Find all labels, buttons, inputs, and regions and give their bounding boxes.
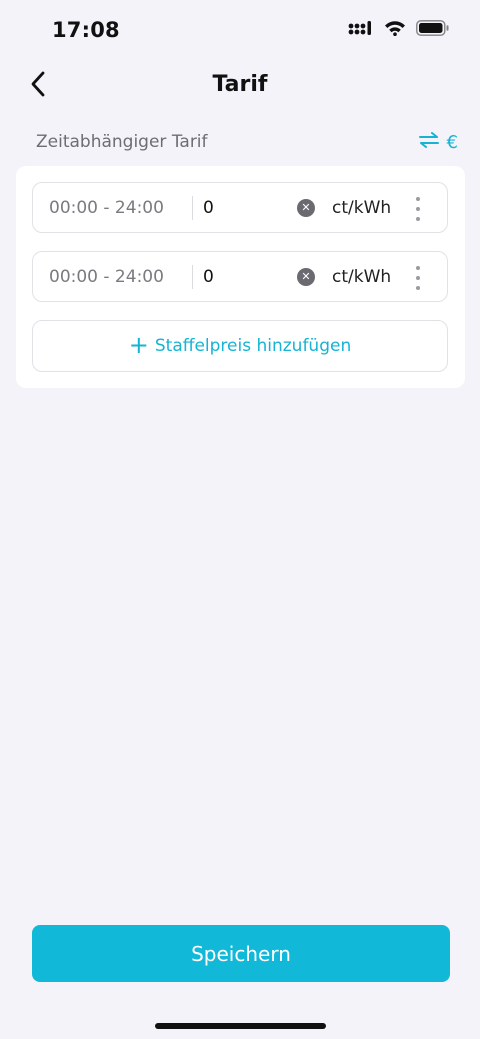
battery-icon [416, 20, 450, 40]
status-bar: 17:08 [0, 0, 480, 64]
home-indicator [155, 1023, 326, 1029]
divider [192, 265, 193, 289]
wifi-icon [384, 20, 406, 40]
status-time: 17:08 [52, 18, 120, 42]
nav-header: Tarif [0, 64, 480, 108]
unit-label: ct/kWh [332, 267, 392, 287]
status-icons [348, 20, 450, 40]
tariff-row: 00:00 - 24:00 0 ✕ ct/kWh [32, 182, 448, 233]
add-tier-label: Staffelpreis hinzufügen [154, 336, 352, 356]
save-button[interactable]: Speichern [32, 925, 450, 982]
price-input[interactable]: 0 [203, 198, 214, 218]
add-tier-button[interactable]: + Staffelpreis hinzufügen [32, 320, 448, 372]
section-label: Zeitabhängiger Tarif [36, 132, 208, 152]
divider [192, 196, 193, 220]
more-options-icon[interactable] [411, 197, 425, 221]
currency-symbol: € [446, 131, 458, 153]
price-input[interactable]: 0 [203, 267, 214, 287]
time-range-field[interactable]: 00:00 - 24:00 [49, 267, 164, 287]
clear-icon[interactable]: ✕ [297, 199, 315, 217]
more-options-icon[interactable] [411, 266, 425, 290]
unit-label: ct/kWh [332, 198, 392, 218]
plus-icon: + [128, 331, 149, 359]
clear-icon[interactable]: ✕ [297, 268, 315, 286]
tariff-card: 00:00 - 24:00 0 ✕ ct/kWh 00:00 - 24:00 0… [16, 166, 465, 388]
page-title: Tarif [212, 72, 268, 97]
tariff-row: 00:00 - 24:00 0 ✕ ct/kWh [32, 251, 448, 302]
time-range-field[interactable]: 00:00 - 24:00 [49, 198, 164, 218]
currency-switch-button[interactable]: € [418, 131, 458, 153]
cellular-signal-icon [348, 20, 374, 40]
swap-arrows-icon [418, 131, 439, 153]
section-header: Zeitabhängiger Tarif € [36, 128, 458, 156]
